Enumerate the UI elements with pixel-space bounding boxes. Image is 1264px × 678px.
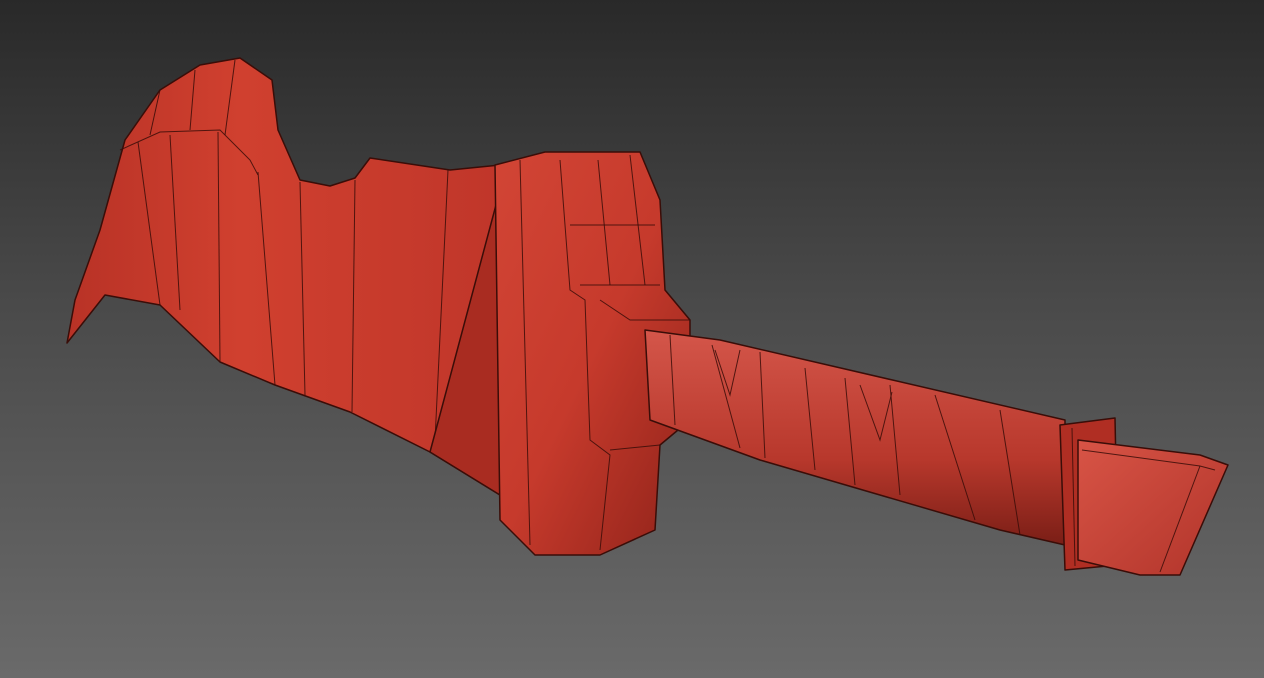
3d-viewport[interactable] xyxy=(0,0,1264,678)
sword-model xyxy=(66,57,1229,576)
pommel xyxy=(1077,439,1229,576)
blade xyxy=(66,57,501,496)
grip xyxy=(644,329,1066,546)
